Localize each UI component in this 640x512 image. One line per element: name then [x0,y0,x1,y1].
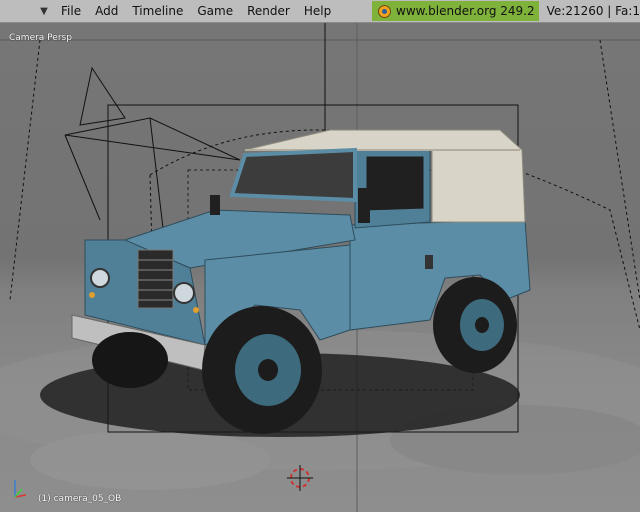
menu-render[interactable]: Render [240,0,297,22]
top-menubar: ▼ File Add Timeline Game Render Help www… [0,0,640,23]
viewport-mode-label: Camera Persp [9,33,72,43]
blender-window: ▼ File Add Timeline Game Render Help www… [0,0,640,512]
front-right-wheel [92,332,168,388]
menu-game[interactable]: Game [190,0,240,22]
blender-version-badge[interactable]: www.blender.org 249.2 [372,1,539,21]
menubar-collapse-icon[interactable]: ▼ [34,6,54,17]
menu-add[interactable]: Add [88,0,125,22]
blender-site-label: www.blender.org 249.2 [396,4,535,18]
blender-logo-icon [378,4,392,18]
menu-help[interactable]: Help [297,0,338,22]
scene-stats: Ve:21260 | Fa:1 [546,4,640,18]
rear-left-wheel [433,277,517,373]
menu-file[interactable]: File [54,0,88,22]
menu-timeline[interactable]: Timeline [125,0,190,22]
active-object-label: (1) camera_05_OB [38,494,122,504]
3d-viewport[interactable]: Camera Persp (1) camera_05_OB [0,23,640,512]
viewport-scene [0,23,640,512]
axis-gizmo-icon [14,480,27,498]
front-left-wheel [202,306,322,434]
